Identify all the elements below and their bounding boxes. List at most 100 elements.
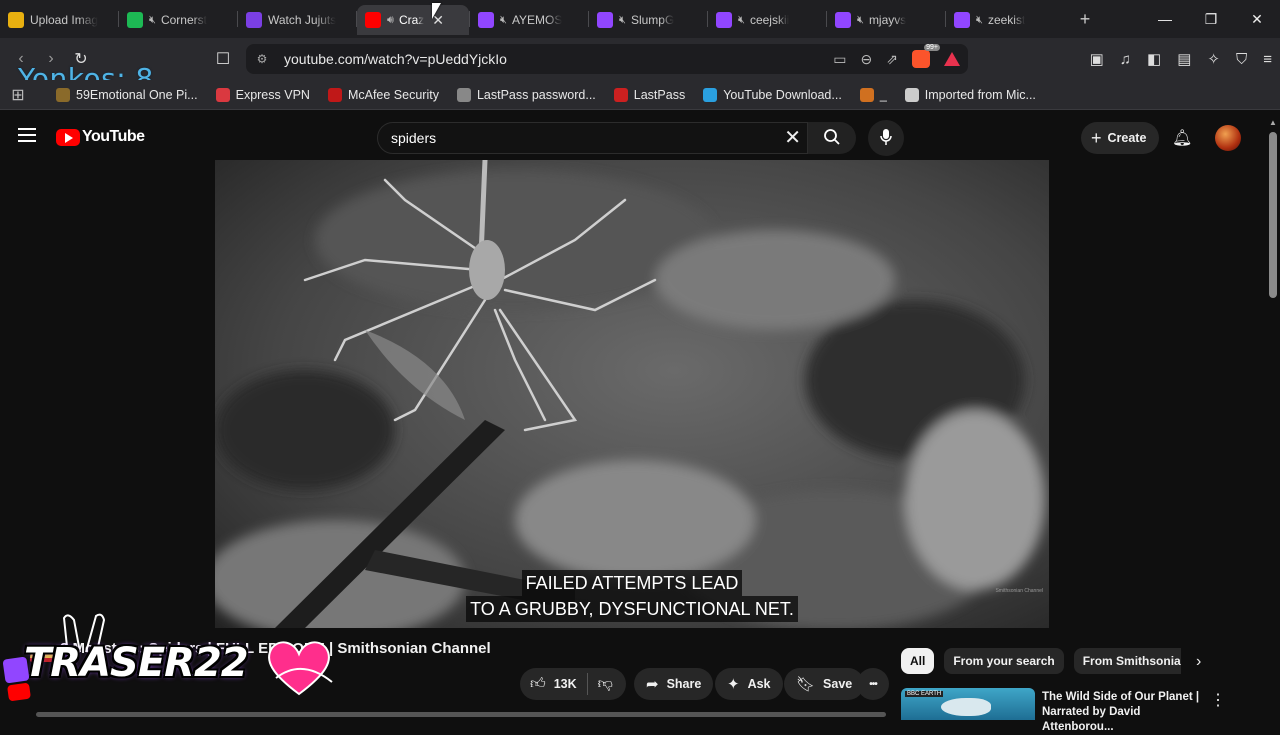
create-button[interactable]: + Create [1081,122,1159,154]
new-tab-button[interactable]: + [1070,9,1100,30]
cast-icon[interactable]: ▭ [833,51,846,68]
filter-chip[interactable]: From Smithsonian Channel [1073,648,1181,674]
channel-watermark[interactable]: Smithsonian Channel [995,588,1043,594]
ask-button[interactable]: ✦ Ask [715,668,783,700]
sidebar-icon[interactable]: ◧ [1147,50,1161,68]
like-count[interactable]: 13K [554,677,577,691]
bookmark-favicon-icon [327,87,342,102]
dislike-icon[interactable]: 👎︎ [598,675,613,693]
browser-tab[interactable]: 🔇︎ mjayvs [827,5,945,35]
bookmark-item[interactable]: YouTube Download... [703,87,842,102]
shields-count-badge: 99+ [924,44,940,51]
minimize-button[interactable]: — [1142,0,1188,38]
leo-ai-icon[interactable]: ✧ [1207,50,1220,68]
brave-shields-icon[interactable]: 99+ [912,44,940,68]
youtube-logo[interactable]: YouTube [56,128,145,146]
url-text[interactable]: youtube.com/watch?v=pUeddYjckIo [284,51,507,67]
clear-search-icon[interactable]: ✕ [784,123,801,153]
video-player[interactable]: FAILED ATTEMPTS LEAD TO A GRUBBY, DYSFUN… [215,160,1049,628]
tab-title: Craz [398,13,425,27]
more-icon: ••• [869,678,877,690]
bookmark-item[interactable]: Express VPN [215,87,310,102]
scroll-up-icon[interactable]: ▲ [1269,118,1277,127]
muted-speaker-icon[interactable]: 🔇︎ [738,14,745,27]
bookmark-label: 59Emotional One Pi... [76,87,198,102]
window-controls: — ❐ ✕ [1142,0,1280,38]
twitch-icon [716,12,732,28]
restore-button[interactable]: ❐ [1188,0,1234,38]
share-button[interactable]: ➦ Share [634,668,714,700]
brave-rewards-icon[interactable] [944,52,960,66]
vpn-icon[interactable]: ⛉ [1236,51,1247,68]
bookmark-item[interactable]: Imported from Mic... [904,87,1036,102]
twitch-icon [835,12,851,28]
wallet-icon[interactable]: ▤ [1177,50,1191,68]
muted-speaker-icon[interactable]: 🔇︎ [619,14,626,27]
like-dislike-pill: 👍︎ 13K 👎︎ [520,668,626,700]
browser-tab[interactable]: 🔇︎ zeekist [946,5,1064,35]
browser-tab[interactable]: 🔇︎ AYEMOS [470,5,588,35]
bookmark-favicon-icon [215,87,230,102]
browser-tab[interactable]: Upload Imag [0,5,118,35]
tab-title: AYEMOS [511,13,563,27]
twitch-icon [597,12,613,28]
reading-list-icon[interactable]: ▣ [1090,50,1104,68]
tab-title: ceejskii [749,13,790,27]
search-button[interactable] [808,122,856,154]
like-dislike-group: 👍︎ 13K 👎︎ [520,668,626,700]
muted-speaker-icon[interactable]: 🔇︎ [149,14,156,27]
chevron-right-icon[interactable]: › [1196,653,1201,671]
account-avatar[interactable] [1215,125,1241,151]
browser-tab[interactable]: Watch Jujuts [238,5,356,35]
twitch-icon [478,12,494,28]
apps-grid-icon[interactable]: ⊞ [0,85,36,105]
voice-search-button[interactable] [868,120,904,156]
share-page-icon[interactable]: ⇗ [886,51,898,68]
bookmark-label: Imported from Mic... [924,87,1036,102]
zoom-icon[interactable]: ⊖ [861,51,873,68]
bookmark-item[interactable]: LastPass password... [456,87,596,102]
plus-icon: + [1091,128,1102,148]
ask-label: Ask [747,677,771,691]
speaker-icon[interactable]: 🔊︎ [387,14,394,27]
guide-menu-icon[interactable] [18,128,36,142]
browser-tab[interactable]: 🔇︎ SlumpG [589,5,707,35]
browser-tab[interactable]: 🔊︎ Craz ✕ [357,5,469,35]
youtube-logo-text: YouTube [82,128,145,145]
search-input[interactable]: spiders ✕ [377,122,808,154]
like-icon[interactable]: 👍︎ [530,675,546,693]
caption-line-2: TO A GRUBBY, DYSFUNCTIONAL NET. [466,596,798,622]
site-info-icon[interactable]: ⚙ [248,52,276,66]
filter-chip[interactable]: All [901,648,935,674]
more-actions-button[interactable]: ••• [857,668,889,700]
youtube-play-icon [56,128,80,146]
save-button[interactable]: 🔖︎ Save [784,668,865,700]
close-window-button[interactable]: ✕ [1234,0,1280,38]
bookmark-item[interactable]: LastPass [613,87,685,102]
scrollbar-thumb[interactable] [1269,132,1277,298]
filter-chip[interactable]: From your search [944,648,1064,674]
media-controls-icon[interactable]: ♫ [1120,51,1131,68]
bookmark-label: YouTube Download... [723,87,842,102]
horizontal-scrollbar[interactable] [36,712,886,717]
bookmark-item[interactable]: McAfee Security [327,87,439,102]
bookmark-item[interactable]: 59Emotional One Pi... [56,87,198,102]
bookmark-label: _ [879,87,887,102]
tab-list: Upload Imag 🔇︎ Cornerst Watch Jujuts 🔊︎ Craz ✕… [0,3,1064,35]
bookmark-favicon-icon [703,87,718,102]
page-scrollbar[interactable]: ▲ [1266,116,1280,720]
recommendation-menu-icon[interactable]: ⋮ [1210,690,1226,710]
muted-speaker-icon[interactable]: 🔇︎ [976,14,983,27]
browser-tab[interactable]: 🔇︎ Cornerst [119,5,237,35]
menu-icon[interactable]: ≡ [1263,51,1272,68]
muted-speaker-icon[interactable]: 🔇︎ [500,14,507,27]
notifications-bell-icon[interactable]: 🔔︎ [1172,128,1192,148]
muted-speaker-icon[interactable]: 🔇︎ [857,14,864,27]
recommendation-thumbnail[interactable]: BBC EARTH [901,688,1035,720]
bookmark-page-icon[interactable]: ☐ [208,49,238,69]
bookmark-favicon-icon [859,87,874,102]
recommendation-title[interactable]: The Wild Side of Our Planet | Narrated b… [1042,690,1202,735]
browser-tab[interactable]: 🔇︎ ceejskii [708,5,826,35]
bookmark-item[interactable]: _ [859,87,887,102]
address-bar[interactable]: ⚙ youtube.com/watch?v=pUeddYjckIo ▭ ⊖ ⇗ … [246,44,968,74]
